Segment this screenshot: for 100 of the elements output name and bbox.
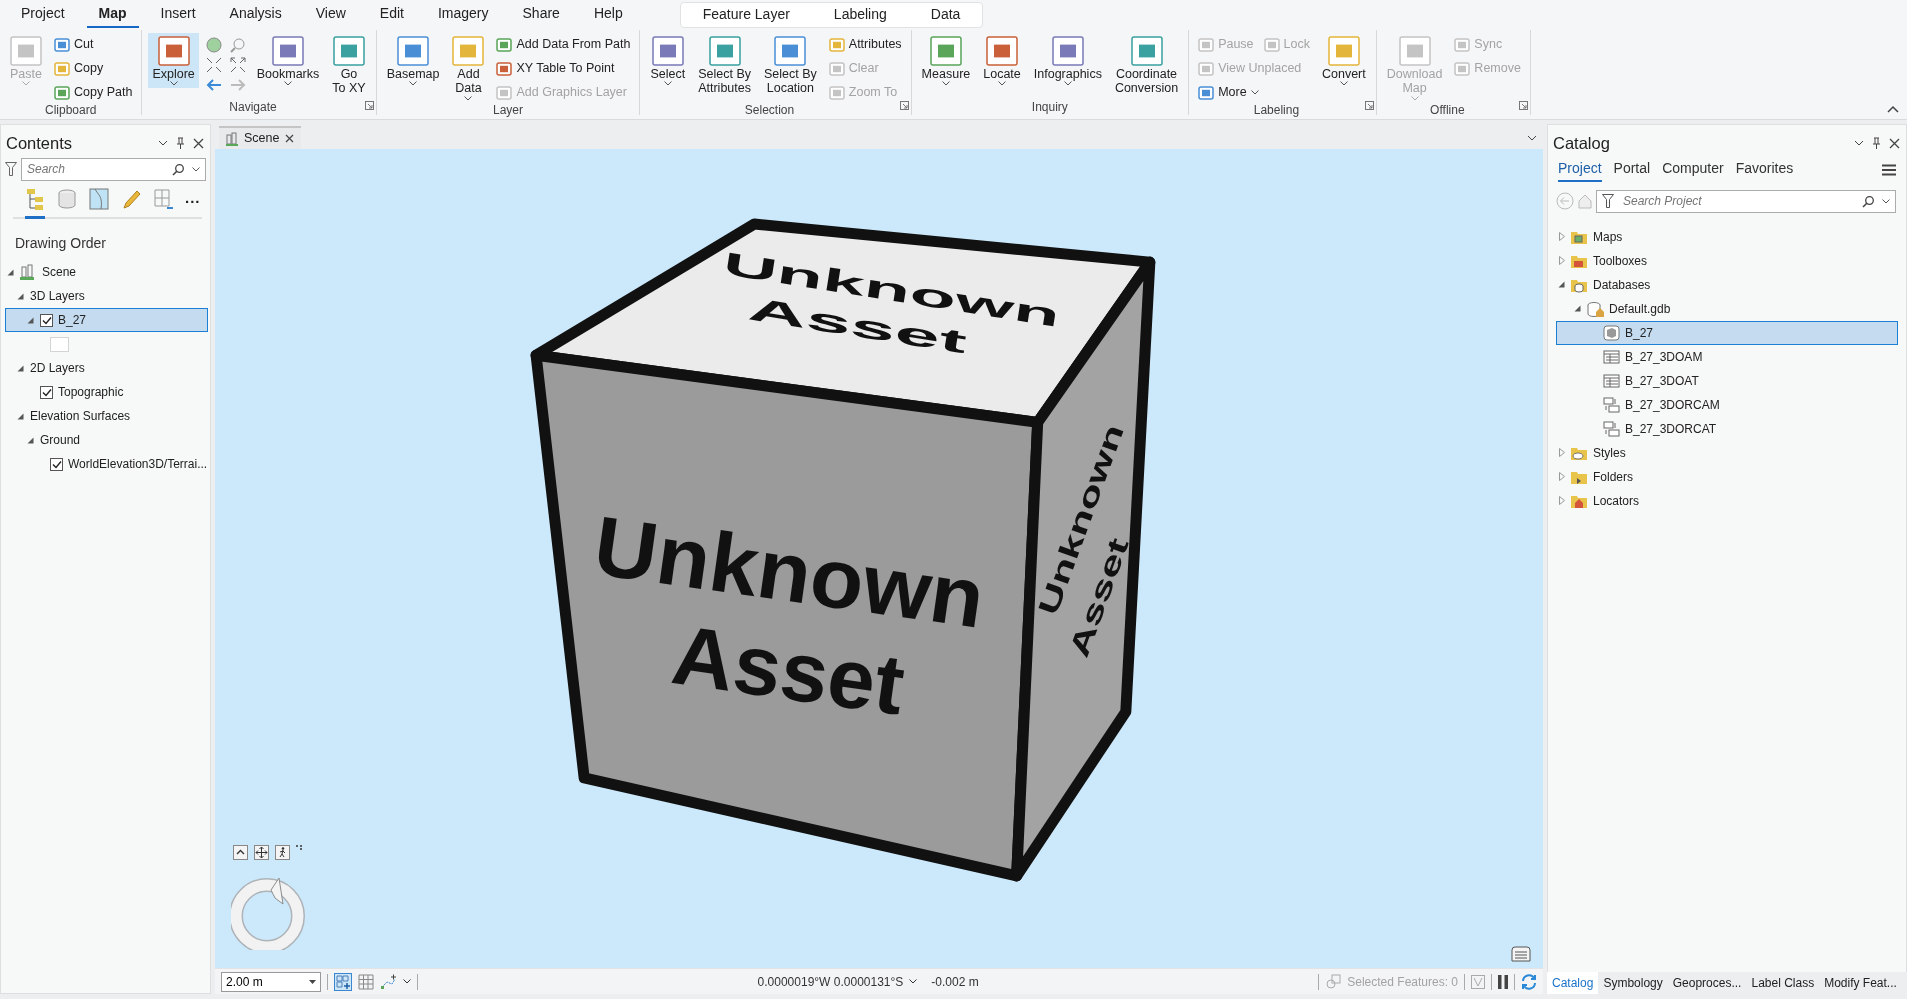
tree-item[interactable]: Locators [1556, 488, 1898, 513]
ribbon-button[interactable]: Coordinate Conversion [1110, 33, 1183, 98]
pane-tab[interactable]: Label Class [1746, 972, 1820, 994]
tree-item[interactable]: Ground [5, 428, 208, 453]
refresh-icon[interactable] [1521, 973, 1537, 990]
ribbon-tab[interactable]: Share [505, 0, 577, 28]
arrows-out-icon[interactable] [229, 57, 246, 73]
ribbon-tab[interactable]: Data [908, 3, 983, 27]
walking-figure-icon[interactable] [275, 845, 290, 860]
tree-item[interactable]: B_27_3DORCAM [1556, 392, 1898, 417]
tree-item[interactable]: Topographic [5, 380, 208, 405]
collapsed-arrow-icon[interactable] [1558, 256, 1565, 266]
tree-item[interactable]: B_27_3DORCAT [1556, 416, 1898, 441]
tree-item[interactable]: Scene [5, 260, 208, 285]
close-icon[interactable] [193, 137, 204, 149]
ribbon-button[interactable]: Cut [51, 34, 97, 55]
ribbon-button[interactable]: Infographics [1029, 33, 1106, 89]
search-icon[interactable] [1862, 195, 1874, 208]
ribbon-button[interactable]: Bookmarks [252, 33, 324, 89]
chevron-down-icon[interactable] [1527, 135, 1537, 141]
ribbon-button[interactable]: Copy Path [51, 82, 136, 103]
ribbon-tab[interactable]: Help [576, 0, 640, 28]
ribbon-tab[interactable]: Imagery [420, 0, 506, 28]
collapsed-arrow-icon[interactable] [1558, 448, 1565, 458]
panel-tab[interactable]: Computer [1662, 157, 1724, 182]
pane-tab[interactable]: Symbology [1598, 972, 1668, 994]
search-field[interactable]: Search Project [1596, 189, 1896, 213]
ribbon-button[interactable]: Select [646, 33, 690, 89]
collapse-ribbon-icon[interactable] [1887, 105, 1899, 113]
ribbon-button[interactable]: Select By Attributes [694, 33, 755, 98]
search-field[interactable]: Search [21, 157, 206, 181]
tree-item[interactable]: Databases [1556, 272, 1898, 297]
tree-item[interactable]: WorldElevation3D/Terrai... [5, 452, 208, 477]
caret-icon[interactable] [309, 979, 316, 984]
expanded-arrow-icon[interactable] [1558, 281, 1565, 289]
tree-item[interactable]: Elevation Surfaces [5, 404, 208, 429]
search-icon[interactable] [172, 163, 184, 176]
tree-item[interactable]: B_27_3DOAT [1556, 368, 1898, 393]
ribbon-button[interactable]: Locate [979, 33, 1025, 89]
ribbon-tab[interactable]: Feature Layer [680, 3, 812, 27]
ribbon-tab[interactable]: Edit [362, 0, 421, 28]
launcher-icon[interactable] [1364, 101, 1374, 110]
tree-item[interactable]: 2D Layers [5, 356, 208, 381]
chevron-up-icon[interactable] [233, 845, 248, 860]
attribute-table-icon[interactable] [1511, 946, 1531, 962]
tree-item[interactable]: Toolboxes [1556, 248, 1898, 273]
filter-icon[interactable] [1602, 193, 1614, 208]
tree-item[interactable]: B_27_3DOAM [1556, 344, 1898, 369]
close-icon[interactable] [1889, 137, 1900, 149]
more-options[interactable]: ... [185, 186, 201, 218]
grip-icon[interactable] [296, 845, 302, 850]
tree-item[interactable]: Maps [1556, 224, 1898, 249]
pause-icon[interactable] [1498, 974, 1508, 989]
expanded-arrow-icon[interactable] [17, 292, 24, 300]
ribbon-tab[interactable]: View [298, 0, 363, 28]
ribbon-button[interactable]: Add Data From Path [493, 34, 634, 55]
tree-item[interactable]: B_27 [5, 308, 208, 333]
snapping-icon[interactable] [380, 973, 397, 990]
checkbox[interactable] [50, 457, 63, 471]
ribbon-button[interactable]: Measure [917, 33, 975, 89]
close-icon[interactable] [285, 134, 295, 143]
pin-icon[interactable] [1872, 137, 1881, 150]
ribbon-button[interactable]: Attributes [825, 34, 905, 55]
checkbox[interactable] [40, 385, 53, 399]
ribbon-button[interactable]: Basemap [382, 33, 444, 89]
expanded-arrow-icon[interactable] [27, 316, 34, 324]
scene-tab[interactable]: Scene [219, 126, 302, 149]
chevron-down-icon[interactable] [158, 140, 168, 147]
expanded-arrow-icon[interactable] [17, 364, 24, 372]
ribbon-button[interactable]: Select By Location [760, 33, 821, 98]
collapsed-arrow-icon[interactable] [1558, 472, 1565, 482]
pane-tab[interactable]: Modify Feat... [1819, 972, 1902, 994]
panel-tab[interactable]: Project [1558, 157, 1602, 182]
tree-item[interactable]: B_27 [1556, 320, 1898, 345]
menu-icon[interactable] [1882, 163, 1896, 176]
tree-item[interactable]: Styles [1556, 440, 1898, 465]
ribbon-tab[interactable]: Labeling [811, 3, 909, 27]
launcher-icon[interactable] [1518, 101, 1528, 110]
collapsed-arrow-icon[interactable] [1558, 496, 1565, 506]
ribbon-button[interactable]: Go To XY [328, 33, 370, 98]
grid-icon[interactable] [358, 973, 374, 990]
collapsed-arrow-icon[interactable] [1558, 232, 1565, 242]
grid-snap-icon[interactable] [334, 972, 352, 991]
back-arrow-icon[interactable] [205, 77, 222, 93]
ribbon-button[interactable]: Explore [148, 33, 199, 89]
ribbon-button[interactable]: Copy [51, 58, 107, 79]
tree-item[interactable]: Default.gdb [1556, 296, 1898, 321]
ribbon-button[interactable]: XY Table To Point [493, 58, 618, 79]
ribbon-button[interactable]: Add Data [448, 33, 489, 103]
ribbon-button[interactable]: Convert [1318, 33, 1370, 89]
scale-field[interactable]: 2.00 m [221, 971, 321, 992]
ribbon-tab[interactable]: Project [4, 0, 82, 28]
expanded-arrow-icon[interactable] [1574, 305, 1581, 313]
ribbon-button[interactable]: More [1195, 82, 1262, 103]
chevron-down-icon[interactable] [1854, 140, 1864, 147]
globe-icon[interactable] [205, 37, 222, 53]
tree-item[interactable]: Folders [1556, 464, 1898, 489]
launcher-icon[interactable] [364, 101, 374, 110]
launcher-icon[interactable] [899, 101, 909, 110]
checkbox[interactable] [40, 313, 53, 327]
